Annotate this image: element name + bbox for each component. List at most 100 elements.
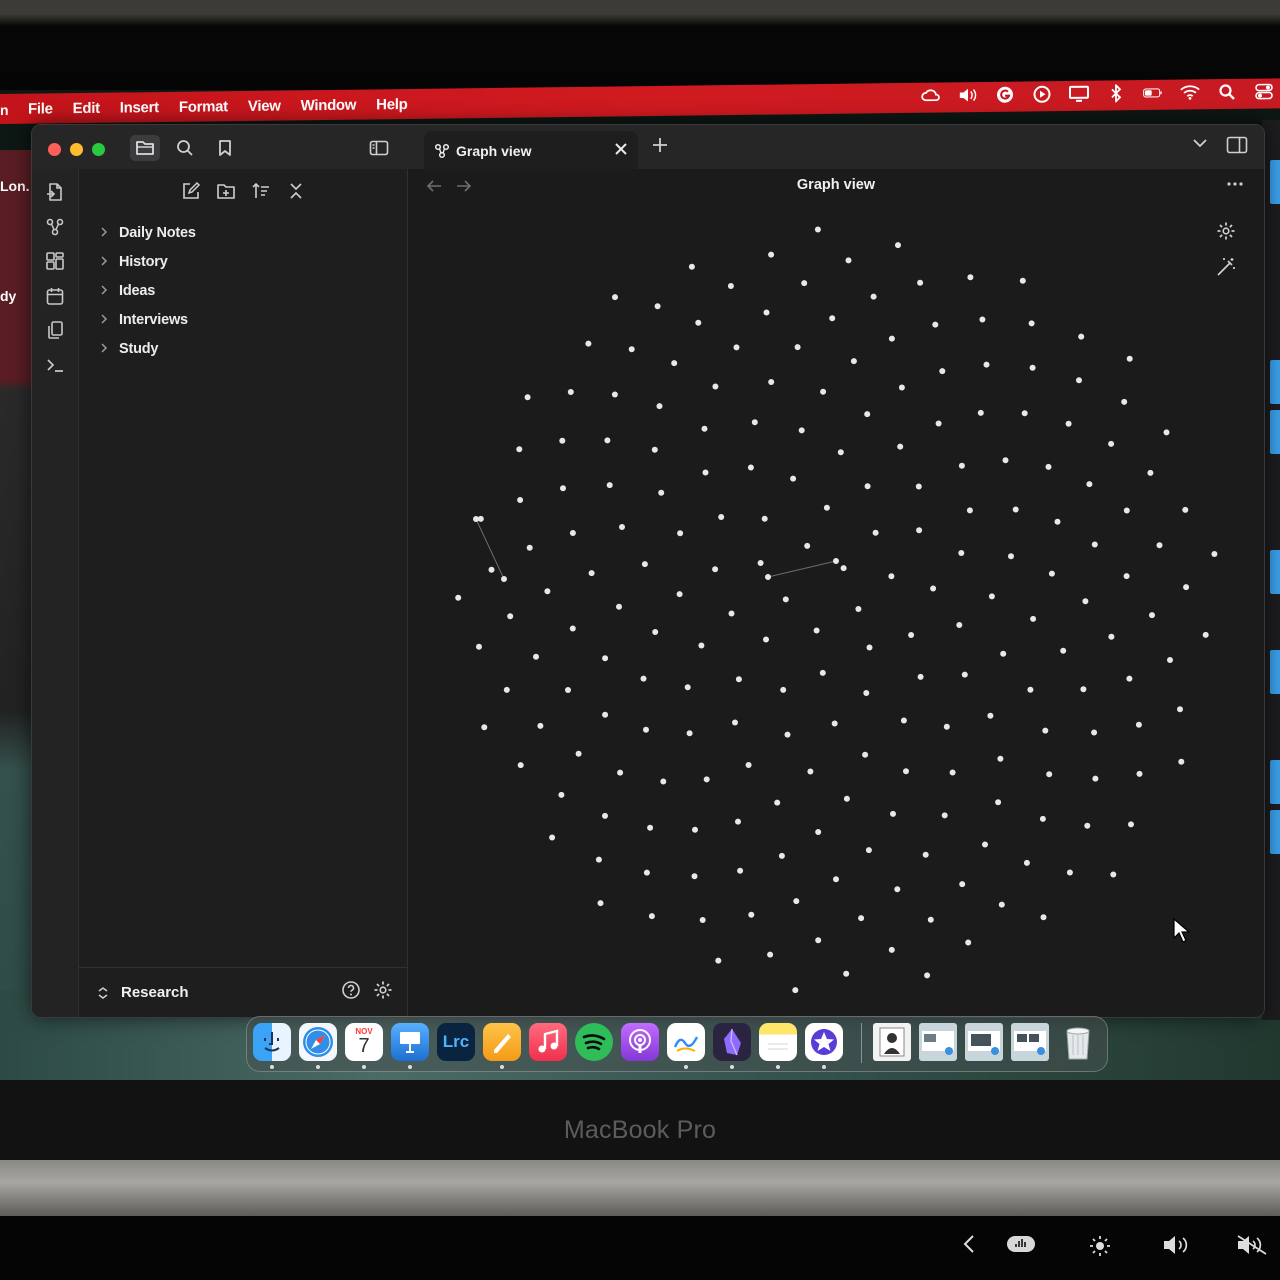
- graph-node[interactable]: [569, 530, 576, 536]
- menu-help[interactable]: Help: [376, 96, 407, 113]
- graph-node[interactable]: [648, 913, 655, 920]
- graph-node[interactable]: [602, 812, 608, 819]
- graph-node[interactable]: [1128, 821, 1134, 828]
- graph-node[interactable]: [949, 769, 956, 776]
- graph-node[interactable]: [735, 818, 741, 825]
- graph-node[interactable]: [858, 915, 865, 922]
- graph-node[interactable]: [712, 383, 719, 390]
- graph-node[interactable]: [728, 610, 735, 617]
- graph-node[interactable]: [815, 937, 822, 944]
- graph-node[interactable]: [1091, 729, 1098, 736]
- collapse-all-button[interactable]: [284, 179, 308, 203]
- graph-node[interactable]: [1092, 775, 1099, 782]
- change-sort-order-button[interactable]: [249, 179, 273, 203]
- vault-name[interactable]: Research: [121, 984, 189, 1001]
- graph-node[interactable]: [559, 437, 566, 444]
- graph-node[interactable]: [959, 881, 966, 888]
- graph-node[interactable]: [524, 394, 531, 401]
- graph-node[interactable]: [895, 242, 901, 249]
- graph-node[interactable]: [997, 755, 1004, 762]
- graph-node[interactable]: [691, 873, 698, 880]
- graph-node[interactable]: [855, 606, 862, 612]
- graph-node[interactable]: [922, 851, 929, 858]
- graph-node[interactable]: [843, 970, 850, 977]
- graph-node[interactable]: [1060, 647, 1067, 654]
- graph-node[interactable]: [1045, 463, 1052, 470]
- graph-node[interactable]: [1008, 553, 1014, 560]
- menu-file[interactable]: File: [28, 100, 53, 117]
- graph-node[interactable]: [1091, 541, 1098, 548]
- new-tab-button[interactable]: [652, 133, 668, 159]
- graph-node[interactable]: [768, 251, 775, 258]
- graph-node[interactable]: [837, 449, 844, 456]
- graph-node[interactable]: [588, 570, 595, 577]
- dock-imovie[interactable]: [805, 1023, 843, 1061]
- graph-node[interactable]: [998, 901, 1005, 908]
- app-menu[interactable]: n: [0, 102, 9, 118]
- graph-node[interactable]: [641, 561, 648, 568]
- graph-node[interactable]: [751, 419, 758, 426]
- graph-node[interactable]: [1149, 612, 1155, 619]
- dock-trash[interactable]: [1059, 1023, 1097, 1061]
- graph-node[interactable]: [965, 939, 972, 946]
- graph-node[interactable]: [1086, 481, 1093, 488]
- graph-node[interactable]: [671, 360, 678, 367]
- graph-node[interactable]: [840, 565, 847, 572]
- folder-study[interactable]: Study: [99, 337, 158, 361]
- folder-interviews[interactable]: Interviews: [99, 308, 188, 332]
- graph-node[interactable]: [643, 726, 649, 733]
- graph-node[interactable]: [611, 391, 618, 398]
- command-palette-icon[interactable]: [45, 355, 65, 375]
- graph-node[interactable]: [1039, 815, 1046, 822]
- more-options-button[interactable]: [1226, 171, 1244, 192]
- graph-node[interactable]: [686, 730, 693, 737]
- graph-node[interactable]: [1027, 686, 1034, 693]
- graph-node[interactable]: [488, 566, 495, 573]
- graph-node[interactable]: [1108, 440, 1115, 447]
- graph-node[interactable]: [602, 655, 609, 662]
- graph-node[interactable]: [604, 437, 611, 444]
- graph-node[interactable]: [765, 574, 771, 580]
- graph-node[interactable]: [1021, 410, 1028, 417]
- dock-music[interactable]: [529, 1023, 567, 1061]
- graph-node[interactable]: [677, 530, 684, 537]
- graph-node[interactable]: [698, 642, 705, 649]
- graph-node[interactable]: [900, 717, 907, 724]
- graph-node[interactable]: [908, 632, 915, 638]
- graph-node[interactable]: [763, 636, 769, 643]
- graph-node[interactable]: [567, 389, 574, 395]
- graph-node[interactable]: [1110, 871, 1117, 878]
- dock-safari[interactable]: [299, 1023, 337, 1061]
- graph-node[interactable]: [575, 750, 582, 757]
- graph-node[interactable]: [1065, 420, 1072, 427]
- graph-node[interactable]: [676, 591, 683, 598]
- graph-node[interactable]: [745, 762, 752, 768]
- graph-node[interactable]: [813, 627, 820, 634]
- graph-node[interactable]: [533, 653, 539, 660]
- graph-node[interactable]: [833, 558, 839, 564]
- graph-node[interactable]: [865, 847, 872, 854]
- menu-format[interactable]: Format: [179, 98, 228, 116]
- graph-node[interactable]: [977, 409, 984, 416]
- graph-node[interactable]: [1167, 657, 1173, 663]
- graph-node[interactable]: [815, 829, 822, 835]
- graph-node[interactable]: [549, 834, 556, 841]
- graph-node[interactable]: [1054, 518, 1061, 525]
- templates-icon[interactable]: [45, 320, 65, 340]
- graph-node[interactable]: [595, 856, 602, 863]
- graph-node[interactable]: [761, 515, 768, 522]
- wifi-icon[interactable]: [1180, 83, 1200, 101]
- dock-recent-document[interactable]: [873, 1023, 911, 1061]
- graph-node[interactable]: [961, 671, 968, 678]
- graph-node[interactable]: [619, 524, 625, 530]
- graph-node[interactable]: [565, 687, 571, 693]
- graph-node[interactable]: [516, 446, 523, 453]
- graph-node[interactable]: [1135, 721, 1142, 728]
- graph-node[interactable]: [983, 361, 990, 368]
- graph-canvas[interactable]: [408, 169, 1264, 1017]
- graph-node[interactable]: [956, 622, 963, 628]
- graph-node[interactable]: [820, 388, 827, 395]
- graph-node[interactable]: [1076, 377, 1082, 384]
- graph-node[interactable]: [1178, 758, 1185, 765]
- dock-pages[interactable]: [483, 1023, 521, 1061]
